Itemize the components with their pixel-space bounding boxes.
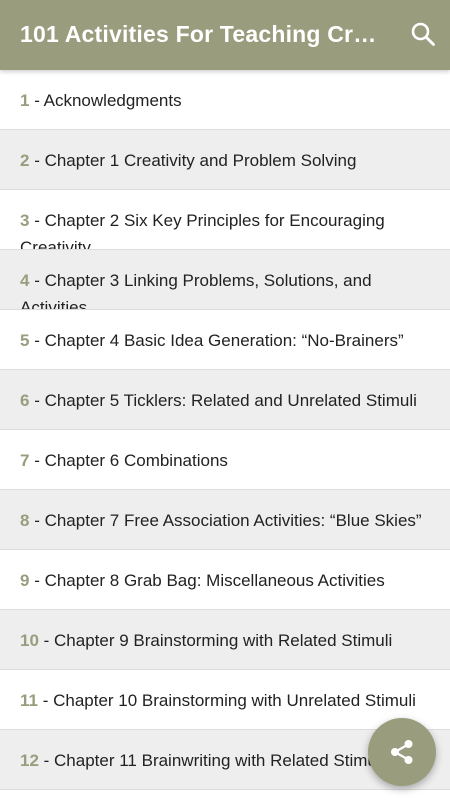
search-button[interactable] xyxy=(408,19,438,49)
chapter-item-3[interactable]: 3 - Chapter 2 Six Key Principles for Enc… xyxy=(0,190,450,250)
chapter-item-4[interactable]: 4 - Chapter 3 Linking Problems, Solution… xyxy=(0,250,450,310)
chapter-item-6[interactable]: 6 - Chapter 5 Ticklers: Related and Unre… xyxy=(0,370,450,430)
chapter-title: - Chapter 8 Grab Bag: Miscellaneous Acti… xyxy=(29,571,385,590)
share-button[interactable] xyxy=(368,718,436,786)
search-icon xyxy=(411,22,435,46)
chapter-title: - Chapter 5 Ticklers: Related and Unrela… xyxy=(29,391,417,410)
chapter-number: 11 xyxy=(20,691,38,710)
chapter-title: - Acknowledgments xyxy=(29,91,182,110)
share-icon xyxy=(391,740,413,764)
chapter-title: - Chapter 7 Free Association Activities:… xyxy=(29,511,422,530)
chapter-item-11[interactable]: 11 - Chapter 10 Brainstorming with Unrel… xyxy=(0,670,450,730)
chapter-title: - Chapter 3 Linking Problems, Solutions,… xyxy=(20,271,372,310)
chapter-item-5[interactable]: 5 - Chapter 4 Basic Idea Generation: “No… xyxy=(0,310,450,370)
chapter-item-1[interactable]: 1 - Acknowledgments xyxy=(0,70,450,130)
chapter-list: 1 - Acknowledgments 2 - Chapter 1 Creati… xyxy=(0,70,450,800)
chapter-item-9[interactable]: 9 - Chapter 8 Grab Bag: Miscellaneous Ac… xyxy=(0,550,450,610)
chapter-number: 12 xyxy=(20,751,39,770)
page-title: 101 Activities For Teaching Creativity xyxy=(20,21,385,47)
chapter-title: - Chapter 1 Creativity and Problem Solvi… xyxy=(29,151,357,170)
chapter-item-7[interactable]: 7 - Chapter 6 Combinations xyxy=(0,430,450,490)
chapter-number: 10 xyxy=(20,631,39,650)
chapter-title: - Chapter 10 Brainstorming with Unrelate… xyxy=(37,691,416,710)
chapter-item-8[interactable]: 8 - Chapter 7 Free Association Activitie… xyxy=(0,490,450,550)
chapter-title: - Chapter 4 Basic Idea Generation: “No-B… xyxy=(29,331,404,350)
app-bar: 101 Activities For Teaching Creativity xyxy=(0,0,450,70)
chapter-title: - Chapter 2 Six Key Principles for Encou… xyxy=(20,211,385,250)
chapter-item-10[interactable]: 10 - Chapter 9 Brainstorming with Relate… xyxy=(0,610,450,670)
chapter-title: - Chapter 9 Brainstorming with Related S… xyxy=(38,631,393,650)
chapter-title: - Chapter 6 Combinations xyxy=(29,451,228,470)
chapter-item-2[interactable]: 2 - Chapter 1 Creativity and Problem Sol… xyxy=(0,130,450,190)
chapter-title: - Chapter 11 Brainwriting with Related S… xyxy=(38,751,385,770)
